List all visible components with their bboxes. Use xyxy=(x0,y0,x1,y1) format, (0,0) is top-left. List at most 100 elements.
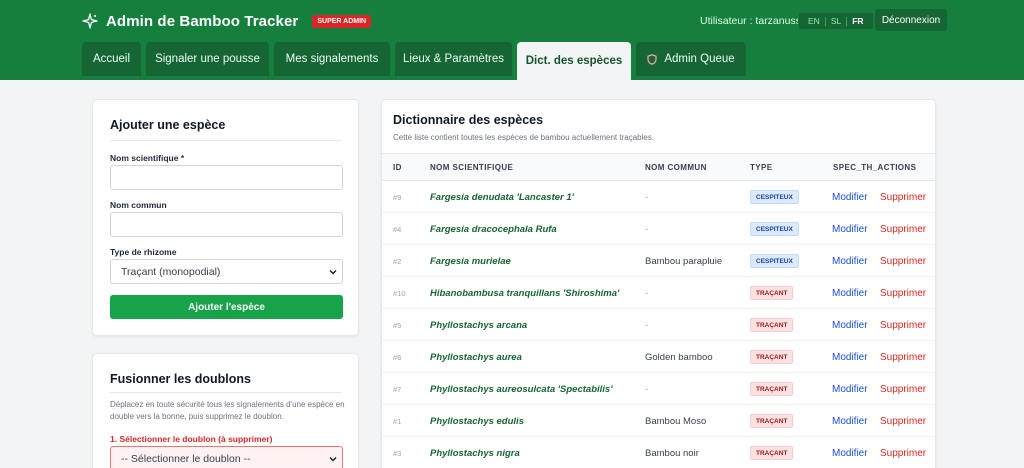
type-badge: CESPITEUX xyxy=(750,222,799,236)
type-badge: CESPITEUX xyxy=(750,190,799,204)
rhizome-type-select[interactable]: Traçant (monopodial) xyxy=(110,259,343,284)
tab-accueil[interactable]: Accueil xyxy=(82,42,141,76)
common-name-label: Nom commun xyxy=(110,200,167,210)
species-id: #1 xyxy=(393,417,402,426)
tab-signaler[interactable]: Signaler une pousse xyxy=(146,42,269,76)
divider xyxy=(110,392,341,393)
delete-link[interactable]: Supprimer xyxy=(880,224,926,235)
table-row: #3 Phyllostachys nigra Bambou noir TRAÇANT M… xyxy=(382,437,935,468)
scientific-name: Fargesia dracocephala Rufa xyxy=(430,224,557,235)
scientific-name: Fargesia murielae xyxy=(430,256,511,267)
delete-link[interactable]: Supprimer xyxy=(880,352,926,363)
table-row: #9 Fargesia denudata 'Lancaster 1' - CESPIT… xyxy=(382,181,935,213)
edit-link[interactable]: Modifier xyxy=(832,384,868,395)
delete-link[interactable]: Supprimer xyxy=(880,256,926,267)
common-name: - xyxy=(645,224,649,235)
column-header-common[interactable]: NOM COMMUN xyxy=(645,163,707,172)
delete-link[interactable]: Supprimer xyxy=(880,288,926,299)
table-row: #1 Phyllostachys edulis Bambou Moso TRAÇANT… xyxy=(382,405,935,437)
shield-icon xyxy=(647,53,657,65)
sparkle-icon xyxy=(82,13,98,29)
scientific-name: Phyllostachys aureosulcata 'Spectabilis' xyxy=(430,384,613,395)
main-nav-tabs: Accueil Signaler une pousse Mes signalem… xyxy=(82,42,751,80)
common-name: - xyxy=(645,288,649,299)
species-id: #3 xyxy=(393,449,402,458)
species-id: #7 xyxy=(393,385,402,394)
rhizome-selected-value: Traçant (monopodial) xyxy=(121,265,221,278)
edit-link[interactable]: Modifier xyxy=(832,352,868,363)
type-badge: TRAÇANT xyxy=(750,286,794,300)
scientific-name: Phyllostachys aurea xyxy=(430,352,522,363)
duplicate-selected-value: -- Sélectionner le doublon -- xyxy=(121,452,251,465)
species-id: #9 xyxy=(393,193,402,202)
scientific-name-input[interactable] xyxy=(110,165,343,190)
rhizome-type-label: Type de rhizome xyxy=(110,247,177,257)
delete-link[interactable]: Supprimer xyxy=(880,192,926,203)
table-row: #7 Phyllostachys aureosulcata 'Spectabili… xyxy=(382,373,935,405)
dictionary-title: Dictionnaire des espèces xyxy=(393,113,544,127)
type-badge: TRAÇANT xyxy=(750,414,794,428)
delete-link[interactable]: Supprimer xyxy=(880,320,926,331)
edit-link[interactable]: Modifier xyxy=(832,320,868,331)
tab-mes-signalements[interactable]: Mes signalements xyxy=(274,42,390,76)
scientific-name-label: Nom scientifique * xyxy=(110,153,185,163)
current-user: Utilisateur : tarzanuss xyxy=(700,15,801,27)
edit-link[interactable]: Modifier xyxy=(832,224,868,235)
add-species-card: Ajouter une espèce Nom scientifique * No… xyxy=(92,99,359,336)
lang-sl[interactable]: SL xyxy=(826,16,846,26)
species-id: #2 xyxy=(393,257,402,266)
brand[interactable]: Admin de Bamboo Tracker SUPER ADMIN xyxy=(82,11,372,31)
lang-fr[interactable]: FR xyxy=(847,16,868,26)
chevron-down-icon xyxy=(329,270,337,275)
common-name-input[interactable] xyxy=(110,212,343,237)
common-name: Bambou parapluie xyxy=(645,256,723,267)
tab-dict-especes[interactable]: Dict. des espèces xyxy=(517,42,631,80)
delete-link[interactable]: Supprimer xyxy=(880,448,926,459)
merge-duplicates-card: Fusionner les doublons Déplacez en toute… xyxy=(92,353,359,468)
species-id: #6 xyxy=(393,353,402,362)
app-title: Admin de Bamboo Tracker xyxy=(106,12,299,30)
delete-link[interactable]: Supprimer xyxy=(880,416,926,427)
column-header-scientific[interactable]: NOM SCIENTIFIQUE xyxy=(430,163,513,172)
scientific-name: Fargesia denudata 'Lancaster 1' xyxy=(430,192,574,203)
add-species-button[interactable]: Ajouter l'espèce xyxy=(110,295,343,319)
divider xyxy=(846,16,848,26)
duplicate-select[interactable]: -- Sélectionner le doublon -- xyxy=(110,446,343,468)
tab-label: Mes signalements xyxy=(285,53,379,65)
edit-link[interactable]: Modifier xyxy=(832,256,868,267)
column-header-id[interactable]: ID xyxy=(393,163,402,172)
table-row: #10 Hibanobambusa tranquillans 'Shiroshim… xyxy=(382,277,935,309)
dictionary-subtitle: Cette liste contient toutes les espèces … xyxy=(393,133,655,142)
common-name: Bambou noir xyxy=(645,448,699,459)
common-name: Bambou Moso xyxy=(645,416,707,427)
edit-link[interactable]: Modifier xyxy=(832,416,868,427)
chevron-down-icon xyxy=(329,457,337,462)
logout-button[interactable]: Déconnexion xyxy=(875,9,947,31)
tab-label: Admin Queue xyxy=(664,53,735,65)
type-badge: TRAÇANT xyxy=(750,318,794,332)
scientific-name: Phyllostachys arcana xyxy=(430,320,528,331)
species-dictionary-card: Dictionnaire des espèces Cette liste con… xyxy=(381,99,936,468)
tab-label: Signaler une pousse xyxy=(155,53,260,65)
table-header: ID NOM SCIENTIFIQUE NOM COMMUN TYPE SPEC… xyxy=(382,153,935,181)
common-name: - xyxy=(645,320,649,331)
divider xyxy=(110,140,341,141)
species-id: #4 xyxy=(393,225,402,234)
add-species-title: Ajouter une espèce xyxy=(110,118,226,132)
tab-label: Dict. des espèces xyxy=(525,55,623,67)
type-badge: TRAÇANT xyxy=(750,446,794,460)
column-header-actions: SPEC_TH_ACTIONS xyxy=(833,163,917,172)
edit-link[interactable]: Modifier xyxy=(832,288,868,299)
tab-lieux-parametres[interactable]: Lieux & Paramètres xyxy=(395,42,512,76)
scientific-name: Hibanobambusa tranquillans 'Shiroshima' xyxy=(430,288,620,299)
edit-link[interactable]: Modifier xyxy=(832,192,868,203)
column-header-type[interactable]: TYPE xyxy=(750,163,773,172)
common-name: Golden bamboo xyxy=(645,352,713,363)
divider xyxy=(824,16,826,26)
edit-link[interactable]: Modifier xyxy=(832,448,868,459)
lang-en[interactable]: EN xyxy=(803,16,825,26)
type-badge: TRAÇANT xyxy=(750,382,794,396)
tab-label: Accueil xyxy=(92,53,131,65)
tab-admin-queue[interactable]: Admin Queue xyxy=(636,42,746,76)
delete-link[interactable]: Supprimer xyxy=(880,384,926,395)
